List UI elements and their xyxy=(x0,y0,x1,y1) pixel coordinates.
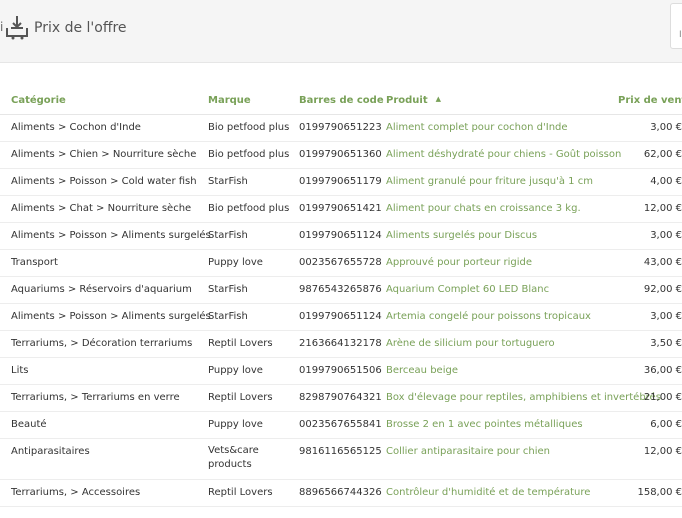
page-title: Prix de l'offre xyxy=(34,20,127,36)
table-row[interactable]: Aliments > Chien > Nourriture sèche Bio p… xyxy=(0,142,682,169)
cell-barcode: 0199790651179 xyxy=(299,176,382,187)
cell-category: Beauté xyxy=(11,419,47,430)
table-row[interactable]: Aquariums > Réservoirs d'aquarium StarFis… xyxy=(0,277,682,304)
cell-price: 12,00 € xyxy=(643,203,682,214)
cell-barcode: 9876543265876 xyxy=(299,284,382,295)
cell-category: Aliments > Cochon d'Inde xyxy=(11,122,141,133)
product-link[interactable]: Aliments surgelés pour Discus xyxy=(386,230,537,241)
cell-barcode: 0199790651421 xyxy=(299,203,382,214)
product-link[interactable]: Collier antiparasitaire pour chien xyxy=(386,446,550,457)
cell-brand: Reptil Lovers xyxy=(208,392,273,403)
product-link[interactable]: Brosse 2 en 1 avec pointes métalliques xyxy=(386,419,583,430)
cell-price: 43,00 € xyxy=(643,257,682,268)
product-link[interactable]: Aquarium Complet 60 LED Blanc xyxy=(386,284,549,295)
table-row[interactable]: Terrariums, > Terrariums en verre Reptil … xyxy=(0,385,682,412)
cell-barcode: 9816116565125 xyxy=(299,446,382,457)
table-row[interactable]: Transport Puppy love 0023567655728 Approuvé… xyxy=(0,250,682,277)
cell-brand: Puppy love xyxy=(208,365,263,376)
table-row[interactable]: Lits Puppy love 0199790651506 Berceau beige… xyxy=(0,358,682,385)
product-link[interactable]: Aliment granulé pour friture jusqu'à 1 c… xyxy=(386,176,593,187)
cell-barcode: 0199790651124 xyxy=(299,311,382,322)
cell-price: 3,00 € xyxy=(650,230,682,241)
cell-price: 6,00 € xyxy=(650,419,682,430)
column-header-product[interactable]: Produit ▲ xyxy=(386,95,441,106)
cell-barcode: 0023567655841 xyxy=(299,419,382,430)
product-link[interactable]: Aliment complet pour cochon d'Inde xyxy=(386,122,568,133)
table-row[interactable]: Beauté Puppy love 0023567655841 Brosse 2 en… xyxy=(0,412,682,439)
cell-brand: Bio petfood plus xyxy=(208,203,290,214)
cell-brand: StarFish xyxy=(208,284,248,295)
cell-category: Terrariums, > Décoration terrariums xyxy=(11,338,193,349)
product-link[interactable]: Aliment déshydraté pour chiens - Goût po… xyxy=(386,149,621,160)
product-link[interactable]: Artemia congelé pour poissons tropicaux xyxy=(386,311,591,322)
cell-category: Terrariums, > Terrariums en verre xyxy=(11,392,180,403)
table-row[interactable]: Aliments > Cochon d'Inde Bio petfood plus… xyxy=(0,115,682,142)
top-bar: i Prix de l'offre In xyxy=(0,0,682,63)
column-header-brand[interactable]: Marque xyxy=(208,95,251,106)
product-link[interactable]: Berceau beige xyxy=(386,365,458,376)
product-link[interactable]: Contrôleur d'humidité et de température xyxy=(386,487,590,498)
cell-barcode: 0199790651124 xyxy=(299,230,382,241)
cell-barcode: 8298790764321 xyxy=(299,392,382,403)
cell-price: 158,00 € xyxy=(637,487,682,498)
cell-category: Lits xyxy=(11,365,29,376)
products-table: Catégorie Marque Barres de code Produit ▲… xyxy=(0,90,682,507)
cell-brand: StarFish xyxy=(208,230,248,241)
table-row[interactable]: Aliments > Poisson > Aliments surgelés St… xyxy=(0,304,682,331)
cell-brand: StarFish xyxy=(208,176,248,187)
cell-category: Antiparasitaires xyxy=(11,446,90,457)
cell-brand: Reptil Lovers xyxy=(208,487,273,498)
cell-price: 92,00 € xyxy=(643,284,682,295)
column-header-category[interactable]: Catégorie xyxy=(11,95,66,106)
product-link[interactable]: Approuvé pour porteur rigide xyxy=(386,257,532,268)
sort-asc-icon: ▲ xyxy=(435,95,442,103)
table-row[interactable]: Aliments > Poisson > Aliments surgelés St… xyxy=(0,223,682,250)
cell-price: 12,00 € xyxy=(643,446,682,457)
cell-price: 3,50 € xyxy=(650,338,682,349)
cell-barcode: 0023567655728 xyxy=(299,257,382,268)
cell-brand: StarFish xyxy=(208,311,248,322)
cell-category: Transport xyxy=(11,257,58,268)
cell-barcode: 0199790651360 xyxy=(299,149,382,160)
product-link[interactable]: Arène de silicium pour tortuguero xyxy=(386,338,555,349)
cell-barcode: 0199790651506 xyxy=(299,365,382,376)
tray-download-icon xyxy=(6,16,28,40)
cell-category: Terrariums, > Accessoires xyxy=(11,487,141,498)
column-header-barcode[interactable]: Barres de code xyxy=(299,95,384,106)
table-row[interactable]: Antiparasitaires Vets&care products 981611… xyxy=(0,439,682,480)
table-row[interactable]: Terrariums, > Accessoires Reptil Lovers 88… xyxy=(0,480,682,507)
cell-category: Aliments > Chien > Nourriture sèche xyxy=(11,149,197,160)
column-header-product-label: Produit xyxy=(386,95,428,106)
cell-category: Aliments > Poisson > Aliments surgelés xyxy=(11,230,211,241)
cell-barcode: 8896566744326 xyxy=(299,487,382,498)
cell-category: Aliments > Poisson > Cold water fish xyxy=(11,176,197,187)
table-row[interactable]: Aliments > Poisson > Cold water fish Star… xyxy=(0,169,682,196)
cell-barcode: 0199790651223 xyxy=(299,122,382,133)
cell-price: 36,00 € xyxy=(643,365,682,376)
cell-barcode: 2163664132178 xyxy=(299,338,382,349)
cell-brand: Reptil Lovers xyxy=(208,338,273,349)
table-body: Aliments > Cochon d'Inde Bio petfood plus… xyxy=(0,115,682,507)
product-link[interactable]: Box d'élevage pour reptiles, amphibiens … xyxy=(386,392,661,403)
product-link[interactable]: Aliment pour chats en croissance 3 kg. xyxy=(386,203,581,214)
cell-category: Aliments > Poisson > Aliments surgelés xyxy=(11,311,211,322)
table-row[interactable]: Terrariums, > Décoration terrariums Repti… xyxy=(0,331,682,358)
cell-brand: Bio petfood plus xyxy=(208,149,290,160)
cell-price: 3,00 € xyxy=(650,311,682,322)
cell-brand: Bio petfood plus xyxy=(208,122,290,133)
cell-category: Aquariums > Réservoirs d'aquarium xyxy=(11,284,192,295)
cell-brand: Puppy love xyxy=(208,419,263,430)
table-header: Catégorie Marque Barres de code Produit ▲… xyxy=(0,90,682,115)
table-row[interactable]: Aliments > Chat > Nourriture sèche Bio pe… xyxy=(0,196,682,223)
top-right-input[interactable]: In xyxy=(670,3,682,49)
cell-brand: Vets&care products xyxy=(208,445,259,470)
left-cut-text: i xyxy=(0,20,4,34)
cell-price: 62,00 € xyxy=(643,149,682,160)
column-header-price[interactable]: Prix de vente d xyxy=(618,95,682,106)
cell-price: 3,00 € xyxy=(650,122,682,133)
cell-brand: Puppy love xyxy=(208,257,263,268)
cell-category: Aliments > Chat > Nourriture sèche xyxy=(11,203,192,214)
cell-price: 4,00 € xyxy=(650,176,682,187)
cell-price: 21,00 € xyxy=(643,392,682,403)
